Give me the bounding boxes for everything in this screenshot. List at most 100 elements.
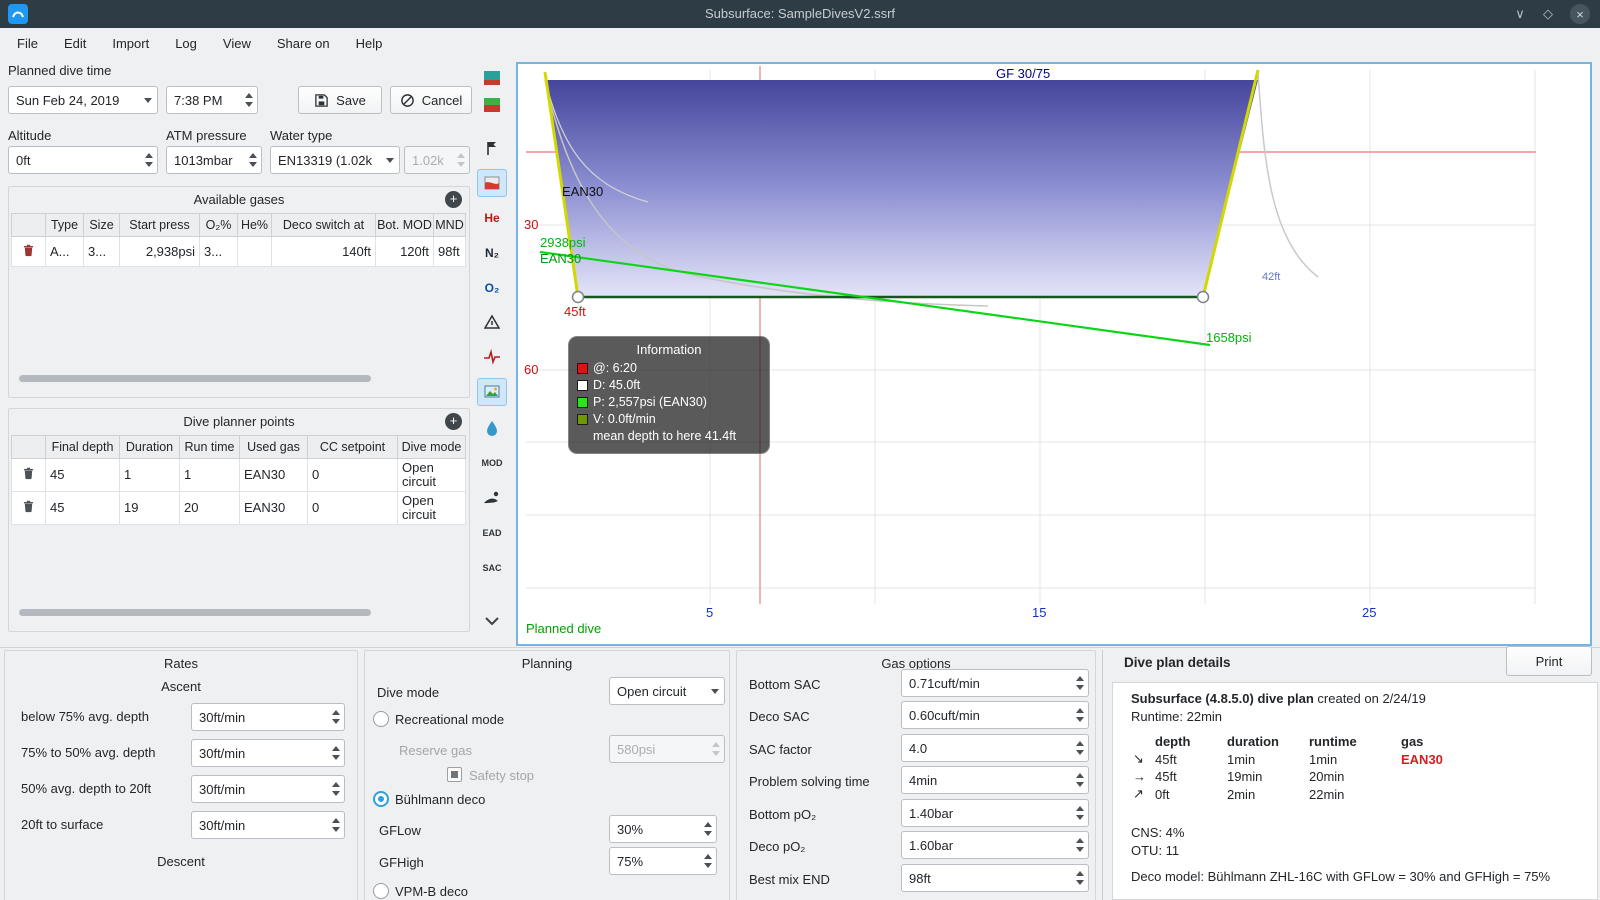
delete-gas-icon[interactable] (11, 236, 46, 267)
vpmb-deco-radio[interactable] (373, 883, 389, 899)
mod-icon[interactable]: MOD (477, 449, 507, 477)
ceiling-calculated-icon[interactable] (477, 91, 507, 119)
point-cell-final-depth[interactable]: 45 (45, 491, 120, 525)
points-hscrollbar[interactable] (19, 609, 371, 616)
gas-row[interactable]: A... 3... 2,938psi 3... 140ft 120ft 98ft (11, 236, 466, 267)
atm-pressure-spinbox[interactable]: 1013mbar (166, 146, 262, 174)
menu-share-on[interactable]: Share on (264, 28, 343, 58)
deco-po2-spinbox[interactable]: 1.60bar (901, 831, 1089, 859)
spin-buttons[interactable] (327, 740, 344, 766)
gas-cell-deco-switch[interactable]: 140ft (271, 236, 376, 267)
delete-point-icon[interactable] (11, 458, 46, 492)
chevron-down-icon[interactable] (381, 147, 399, 173)
point-cell-dive-mode[interactable]: Open circuit (397, 491, 466, 525)
phe-graph-icon[interactable]: He (477, 204, 507, 232)
gfhigh-spinbox[interactable]: 75% (609, 847, 717, 875)
spin-buttons[interactable] (240, 87, 257, 113)
menu-log[interactable]: Log (162, 28, 210, 58)
point-cell-cc-setpoint[interactable]: 0 (307, 458, 398, 492)
date-combo[interactable]: Sun Feb 24, 2019 (8, 86, 158, 114)
add-point-button[interactable]: + (445, 413, 462, 430)
gas-cell-start-press[interactable]: 2,938psi (119, 236, 200, 267)
cancel-button[interactable]: Cancel (390, 86, 472, 114)
point-cell-duration[interactable]: 1 (119, 458, 180, 492)
point-cell-cc-setpoint[interactable]: 0 (307, 491, 398, 525)
add-gas-button[interactable]: + (445, 191, 462, 208)
spin-buttons[interactable] (327, 812, 344, 838)
toolbar-scroll-down-icon[interactable] (477, 607, 507, 635)
ead-icon[interactable]: EAD (477, 519, 507, 547)
spin-buttons[interactable] (1071, 800, 1088, 826)
spin-buttons[interactable] (244, 147, 261, 173)
dive-profile-chart[interactable]: GF 30/75 30 60 5 15 25 EAN30 2938psi EAN… (516, 62, 1592, 646)
profile-info-tooltip[interactable]: Information @: 6:20 D: 45.0ft P: 2,557ps… (568, 336, 770, 454)
pn2-graph-icon[interactable]: N₂ (477, 239, 507, 267)
point-row[interactable]: 45 19 20 EAN30 0 Open circuit (11, 491, 466, 525)
time-spinbox[interactable]: 7:38 PM (166, 86, 258, 114)
gas-cell-o2[interactable]: 3... (199, 236, 238, 267)
menu-help[interactable]: Help (343, 28, 396, 58)
heart-rate-icon[interactable] (477, 343, 507, 371)
gas-cell-mnd[interactable]: 98ft (433, 236, 466, 267)
gflow-spinbox[interactable]: 30% (609, 815, 717, 843)
point-cell-used-gas[interactable]: EAN30 (239, 458, 308, 492)
spin-buttons[interactable] (1071, 865, 1088, 891)
gas-cell-type[interactable]: A... (45, 236, 84, 267)
point-cell-dive-mode[interactable]: Open circuit (397, 458, 466, 492)
water-type-combo[interactable]: EN13319 (1.02k (270, 146, 400, 174)
ndl-tts-icon[interactable] (477, 308, 507, 336)
gases-hscrollbar[interactable] (19, 375, 371, 382)
recreational-mode-radio[interactable] (373, 711, 389, 727)
chevron-down-icon[interactable] (706, 678, 724, 704)
spin-buttons[interactable] (1071, 832, 1088, 858)
sac-factor-spinbox[interactable]: 4.0 (901, 734, 1089, 762)
flag-marker-icon[interactable] (477, 134, 507, 162)
chevron-down-icon[interactable] (139, 87, 157, 113)
menu-edit[interactable]: Edit (51, 28, 99, 58)
vertical-splitter[interactable] (1102, 650, 1103, 900)
gas-cell-size[interactable]: 3... (83, 236, 120, 267)
spin-buttons[interactable] (327, 704, 344, 730)
menu-import[interactable]: Import (99, 28, 162, 58)
spin-buttons[interactable] (140, 147, 157, 173)
point-cell-duration[interactable]: 19 (119, 491, 180, 525)
point-cell-used-gas[interactable]: EAN30 (239, 491, 308, 525)
save-button[interactable]: Save (298, 86, 382, 114)
bottom-sac-spinbox[interactable]: 0.71cuft/min (901, 669, 1089, 697)
dive-mode-combo[interactable]: Open circuit (609, 677, 725, 705)
profile-handle-start[interactable] (571, 290, 585, 304)
spin-buttons[interactable] (1071, 702, 1088, 728)
horizontal-splitter[interactable] (0, 647, 1600, 648)
rate-spinbox-1[interactable]: 30ft/min (191, 703, 345, 731)
buhlmann-deco-radio[interactable] (373, 791, 389, 807)
spin-buttons[interactable] (1071, 767, 1088, 793)
spin-buttons[interactable] (327, 776, 344, 802)
profile-handle-end[interactable] (1196, 290, 1210, 304)
point-cell-run-time[interactable]: 1 (179, 458, 240, 492)
sac-icon[interactable]: SAC (477, 554, 507, 582)
spin-buttons[interactable] (1071, 735, 1088, 761)
gas-cell-bot-mod[interactable]: 120ft (375, 236, 434, 267)
point-cell-final-depth[interactable]: 45 (45, 458, 120, 492)
gas-cell-he[interactable] (237, 236, 272, 267)
problem-solving-time-spinbox[interactable]: 4min (901, 766, 1089, 794)
close-button[interactable]: × (1570, 4, 1590, 24)
point-row[interactable]: 45 1 1 EAN30 0 Open circuit (11, 458, 466, 492)
menu-file[interactable]: File (4, 28, 51, 58)
print-button[interactable]: Print (1506, 646, 1592, 676)
ceiling-dc-icon[interactable] (477, 64, 507, 92)
delete-point-icon[interactable] (11, 491, 46, 525)
photos-icon[interactable] (477, 378, 507, 406)
diver-icon[interactable] (477, 484, 507, 512)
spin-buttons[interactable] (699, 816, 716, 842)
salinity-icon[interactable] (477, 414, 507, 442)
menu-view[interactable]: View (210, 28, 264, 58)
altitude-spinbox[interactable]: 0ft (8, 146, 158, 174)
best-mix-end-spinbox[interactable]: 98ft (901, 864, 1089, 892)
bottom-po2-spinbox[interactable]: 1.40bar (901, 799, 1089, 827)
maximize-button[interactable]: ◇ (1538, 4, 1558, 24)
rate-spinbox-3[interactable]: 30ft/min (191, 775, 345, 803)
point-cell-run-time[interactable]: 20 (179, 491, 240, 525)
spin-buttons[interactable] (699, 848, 716, 874)
spin-buttons[interactable] (1071, 670, 1088, 696)
